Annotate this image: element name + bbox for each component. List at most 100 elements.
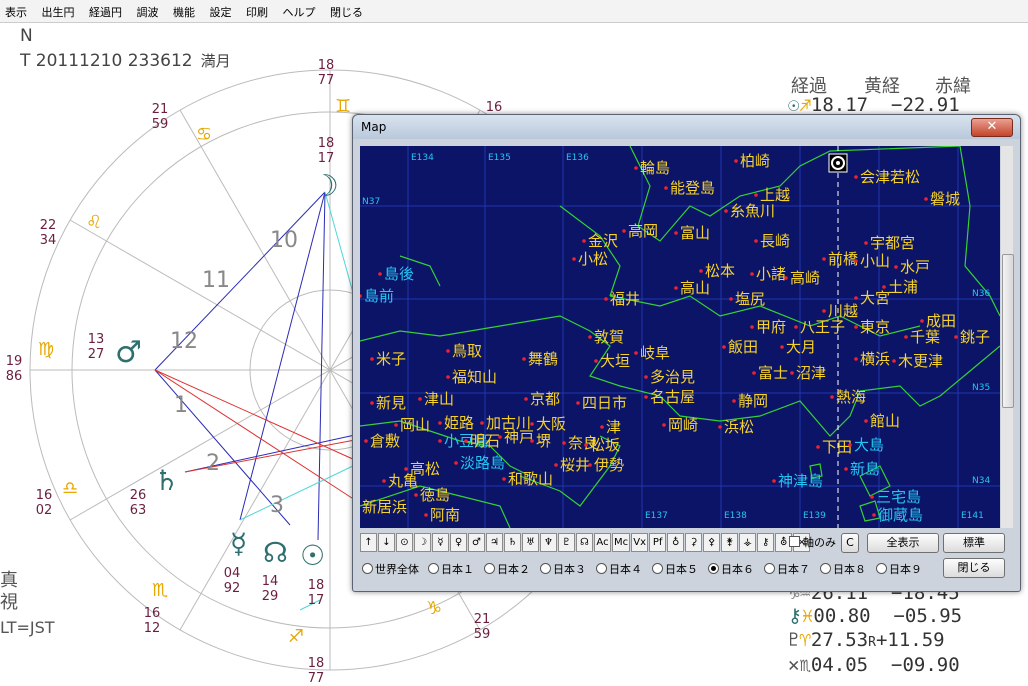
toolbar-button-16[interactable]: Pf bbox=[649, 533, 667, 552]
city-label[interactable]: 徳島 bbox=[420, 486, 450, 504]
toolbar-button-1[interactable]: ↓ bbox=[378, 533, 395, 552]
map-scrollbar[interactable] bbox=[1001, 146, 1014, 528]
toolbar-button-12[interactable]: ☊ bbox=[576, 533, 593, 552]
city-label[interactable]: 松本 bbox=[705, 262, 735, 280]
toolbar-button-14[interactable]: Mc bbox=[612, 533, 631, 552]
toolbar-button-11[interactable]: ♇ bbox=[558, 533, 575, 552]
city-label[interactable]: 倉敷 bbox=[370, 432, 400, 450]
close-button[interactable]: 閉じる bbox=[943, 558, 1005, 578]
close-icon[interactable]: ✕ bbox=[971, 118, 1013, 137]
toolbar-button-18[interactable]: ⚳ bbox=[685, 533, 703, 552]
region-radio-1[interactable]: 日本１ bbox=[428, 561, 474, 577]
city-label[interactable]: 舞鶴 bbox=[528, 350, 558, 368]
city-label[interactable]: 京都 bbox=[530, 390, 560, 408]
city-label[interactable]: 能登島 bbox=[670, 179, 715, 197]
city-label[interactable]: 和歌山 bbox=[508, 470, 553, 488]
city-label[interactable]: 小山 bbox=[860, 252, 890, 270]
city-label[interactable]: 淡路島 bbox=[460, 454, 505, 472]
toolbar-button-20[interactable]: ⚵ bbox=[721, 533, 739, 552]
city-label[interactable]: 八王子 bbox=[800, 318, 845, 336]
toolbar-button-0[interactable]: ↑ bbox=[360, 533, 377, 552]
city-label[interactable]: 三宅島 bbox=[876, 488, 921, 506]
city-label[interactable]: 会津若松 bbox=[860, 168, 920, 186]
city-label[interactable]: 東京 bbox=[860, 318, 890, 336]
toolbar-button-17[interactable]: ♁ bbox=[667, 533, 685, 552]
city-label[interactable]: 岡崎 bbox=[668, 416, 698, 434]
city-label[interactable]: 姫路 bbox=[444, 414, 474, 432]
toolbar-button-8[interactable]: ♄ bbox=[504, 533, 521, 552]
city-label[interactable]: 高松 bbox=[410, 460, 440, 478]
city-label[interactable]: 熱海 bbox=[836, 388, 866, 406]
toolbar-button-15[interactable]: Vx bbox=[631, 533, 649, 552]
city-label[interactable]: 津山 bbox=[424, 390, 454, 408]
city-label[interactable]: 神津島 bbox=[778, 472, 823, 490]
region-radio-7[interactable]: 日本７ bbox=[764, 561, 810, 577]
map-canvas[interactable]: E134 E135 E136 E137 E138 E139 E141 N37 N36 N35 N3… bbox=[360, 146, 1000, 528]
city-label[interactable]: 富山 bbox=[680, 224, 710, 242]
city-label[interactable]: 名古屋 bbox=[650, 388, 695, 406]
city-label[interactable]: 神戸 bbox=[504, 428, 534, 446]
city-label[interactable]: 浜松 bbox=[724, 418, 754, 436]
region-radio-8[interactable]: 日本８ bbox=[820, 561, 866, 577]
city-label[interactable]: 館山 bbox=[870, 412, 900, 430]
map-titlebar[interactable]: Map ✕ bbox=[353, 115, 1020, 139]
city-label[interactable]: 桜井 bbox=[560, 456, 590, 474]
toolbar-button-9[interactable]: ♅ bbox=[522, 533, 539, 552]
toolbar-button-6[interactable]: ♂ bbox=[468, 533, 485, 552]
city-label[interactable]: 伊勢 bbox=[594, 456, 624, 474]
toolbar-button-7[interactable]: ♃ bbox=[486, 533, 503, 552]
region-radio-6[interactable]: 日本６ bbox=[708, 561, 754, 577]
city-label[interactable]: 前橋 bbox=[828, 250, 858, 268]
city-label[interactable]: 高岡 bbox=[628, 222, 658, 240]
city-label[interactable]: 松坂 bbox=[590, 436, 620, 454]
city-label[interactable]: 輪島 bbox=[640, 159, 670, 177]
toolbar-button-10[interactable]: ♆ bbox=[540, 533, 557, 552]
city-label[interactable]: 横浜 bbox=[860, 350, 890, 368]
city-label[interactable]: 木更津 bbox=[898, 352, 943, 370]
city-label[interactable]: 飯田 bbox=[728, 338, 758, 356]
city-label[interactable]: 甲府 bbox=[756, 318, 786, 336]
city-label[interactable]: 小松 bbox=[578, 250, 608, 268]
city-label[interactable]: 高山 bbox=[680, 279, 710, 297]
region-radio-2[interactable]: 日本２ bbox=[484, 561, 530, 577]
city-label[interactable]: 大阪 bbox=[536, 415, 566, 433]
city-label[interactable]: 堺 bbox=[536, 432, 551, 450]
city-label[interactable]: 島前 bbox=[364, 287, 394, 305]
toolbar-button-13[interactable]: Ac bbox=[594, 533, 611, 552]
region-radio-0[interactable]: 世界全体 bbox=[362, 561, 419, 577]
city-label[interactable]: 阿南 bbox=[430, 506, 460, 524]
city-label[interactable]: 富士 bbox=[758, 364, 788, 382]
city-label[interactable]: 金沢 bbox=[588, 232, 618, 250]
city-label[interactable]: 静岡 bbox=[738, 392, 768, 410]
city-label[interactable]: 津 bbox=[606, 418, 621, 436]
scrollbar-thumb[interactable] bbox=[1002, 254, 1014, 408]
c-button[interactable]: C bbox=[841, 533, 859, 553]
region-radio-4[interactable]: 日本４ bbox=[596, 561, 642, 577]
region-radio-3[interactable]: 日本３ bbox=[540, 561, 586, 577]
city-label[interactable]: 柏崎 bbox=[740, 152, 770, 170]
toolbar-button-3[interactable]: ☽ bbox=[414, 533, 431, 552]
city-label[interactable]: 銚子 bbox=[960, 328, 990, 346]
city-label[interactable]: 小諸 bbox=[756, 265, 786, 283]
city-label[interactable]: 新島 bbox=[850, 460, 880, 478]
city-label[interactable]: 高崎 bbox=[790, 269, 820, 287]
city-label[interactable]: 塩尻 bbox=[735, 290, 765, 308]
toolbar-button-19[interactable]: ⚴ bbox=[703, 533, 721, 552]
city-label[interactable]: 大垣 bbox=[600, 352, 630, 370]
show-all-button[interactable]: 全表示 bbox=[867, 533, 939, 553]
city-label[interactable]: 多治見 bbox=[650, 368, 695, 386]
city-label[interactable]: 磐城 bbox=[930, 190, 960, 208]
city-label[interactable]: 沼津 bbox=[796, 364, 826, 382]
city-label[interactable]: 大月 bbox=[786, 338, 816, 356]
city-label[interactable]: 岡山 bbox=[400, 416, 430, 434]
city-label[interactable]: 鳥取 bbox=[452, 342, 482, 360]
city-label[interactable]: 長崎 bbox=[760, 232, 790, 250]
axis-only-checkbox[interactable]: 軸のみ bbox=[789, 534, 836, 550]
toolbar-button-22[interactable]: ⚷ bbox=[757, 533, 775, 552]
city-label[interactable]: 新居浜 bbox=[362, 498, 407, 516]
city-label[interactable]: 島後 bbox=[384, 265, 414, 283]
toolbar-button-2[interactable]: ⊙ bbox=[396, 533, 413, 552]
standard-button[interactable]: 標準 bbox=[943, 533, 1005, 553]
city-label[interactable]: 土浦 bbox=[888, 278, 918, 296]
city-label[interactable]: 大島 bbox=[854, 436, 884, 454]
